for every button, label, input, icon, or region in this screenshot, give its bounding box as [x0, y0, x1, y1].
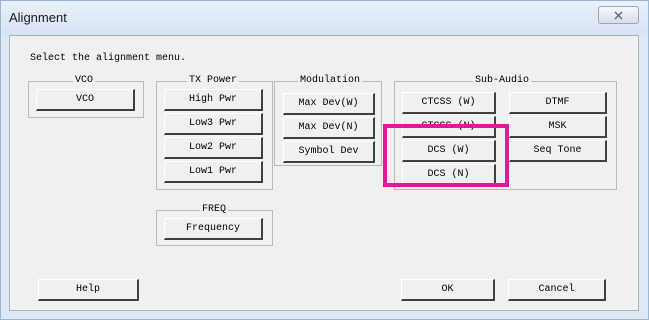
tx-power-group: TX Power High Pwr Low3 Pwr Low2 Pwr Low1…	[156, 75, 273, 190]
low1-pwr-button[interactable]: Low1 Pwr	[164, 161, 263, 183]
sub-audio-group: Sub-Audio CTCSS (W) CTCSS (N) DCS (W) DC…	[394, 75, 617, 190]
window-title: Alignment	[9, 10, 67, 25]
close-icon	[614, 11, 623, 19]
dcs-n-button[interactable]: DCS (N)	[402, 164, 496, 186]
tx-power-group-label: TX Power	[187, 75, 240, 87]
dtmf-button[interactable]: DTMF	[509, 92, 607, 114]
msk-button[interactable]: MSK	[509, 116, 607, 138]
low2-pwr-button[interactable]: Low2 Pwr	[164, 137, 263, 159]
max-dev-w-button[interactable]: Max Dev(W)	[283, 93, 375, 115]
dcs-w-button[interactable]: DCS (W)	[402, 140, 496, 162]
vco-button[interactable]: VCO	[36, 89, 135, 111]
freq-group: FREQ Frequency	[156, 204, 273, 246]
title-bar: Alignment	[1, 1, 648, 35]
ok-button[interactable]: OK	[401, 279, 495, 301]
freq-group-label: FREQ	[200, 204, 229, 216]
cancel-button[interactable]: Cancel	[508, 279, 606, 301]
max-dev-n-button[interactable]: Max Dev(N)	[283, 117, 375, 139]
modulation-group: Modulation Max Dev(W) Max Dev(N) Symbol …	[274, 75, 382, 166]
close-button[interactable]	[598, 6, 639, 24]
vco-group: VCO VCO	[28, 75, 144, 118]
dialog-client-area: Select the alignment menu. VCO VCO TX Po…	[9, 35, 639, 311]
vco-group-label: VCO	[73, 75, 96, 87]
high-pwr-button[interactable]: High Pwr	[164, 89, 263, 111]
instruction-text: Select the alignment menu.	[30, 53, 187, 64]
sub-audio-group-label: Sub-Audio	[473, 75, 532, 87]
low3-pwr-button[interactable]: Low3 Pwr	[164, 113, 263, 135]
seq-tone-button[interactable]: Seq Tone	[509, 140, 607, 162]
ctcss-w-button[interactable]: CTCSS (W)	[402, 92, 496, 114]
help-button[interactable]: Help	[38, 279, 139, 301]
symbol-dev-button[interactable]: Symbol Dev	[283, 141, 375, 163]
frequency-button[interactable]: Frequency	[164, 218, 263, 240]
modulation-group-label: Modulation	[298, 75, 363, 87]
ctcss-n-button[interactable]: CTCSS (N)	[402, 116, 496, 138]
alignment-window: Alignment Select the alignment menu. VCO…	[0, 0, 649, 320]
